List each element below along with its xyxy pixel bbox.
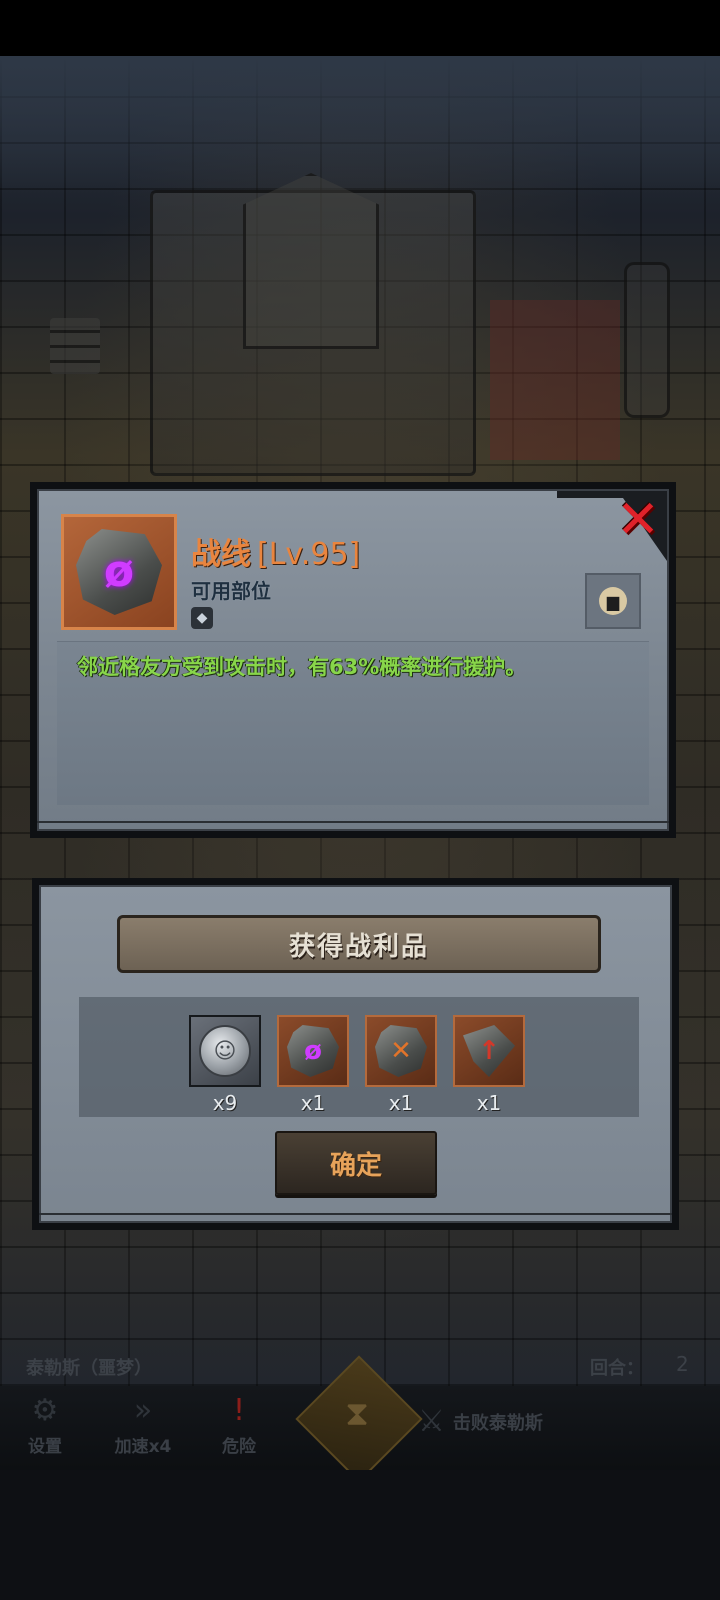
objective: ⚔ 击败泰勒斯	[418, 1404, 543, 1439]
status-bar	[0, 0, 720, 56]
confirm-button[interactable]: 确定	[275, 1131, 437, 1195]
hourglass-icon[interactable]: ⧗	[314, 1394, 400, 1434]
confirm-label: 确定	[329, 1150, 382, 1181]
loot-count: x1	[476, 1091, 502, 1115]
loot-slot: ✕	[365, 1015, 437, 1087]
settings-button[interactable]: ⚙ 设置	[2, 1386, 88, 1470]
item-detail-body: ✕ ø 战线 [Lv.95] 可用部位 ◆ ▆ 邻近格友方受到攻击时，有63%概率…	[37, 489, 669, 831]
books-decor	[50, 318, 100, 374]
round-label: 回合：	[590, 1358, 644, 1379]
red-wall-decor	[490, 300, 620, 460]
round-value: 2	[676, 1352, 689, 1376]
background-fog	[0, 56, 720, 196]
loot-slot: ø	[277, 1015, 349, 1087]
fast-forward-icon: »	[133, 1393, 153, 1428]
danger-label: 危险	[222, 1437, 256, 1457]
item-description-box: 邻近格友方受到攻击时，有63%概率进行援护。	[57, 641, 649, 805]
purple-rune-stone-icon: ø	[287, 1025, 339, 1077]
gear-icon: ⚙	[31, 1393, 59, 1428]
item-level: [Lv.95]	[257, 537, 361, 572]
loot-panel: 获得战利品 ☺ x9 ø x1 ✕ x1 ↑ x1 确定	[32, 878, 679, 1230]
loot-count: x9	[212, 1091, 238, 1115]
loot-title: 获得战利品	[288, 931, 429, 962]
loot-item[interactable]: ↑ x1	[453, 1015, 525, 1115]
lock-icon: ▆	[599, 587, 627, 615]
objective-text: 击败泰勒斯	[452, 1412, 543, 1434]
usable-slot-label: 可用部位	[191, 579, 271, 603]
speed-button[interactable]: » 加速x4	[100, 1386, 186, 1470]
purple-rune-stone-icon: ø	[76, 529, 162, 615]
loot-count: x1	[388, 1091, 414, 1115]
loot-item[interactable]: ø x1	[277, 1015, 349, 1115]
close-button[interactable]: ✕	[613, 490, 663, 550]
item-description: 邻近格友方受到攻击时，有63%概率进行援护。	[77, 655, 527, 679]
item-title: 战线 [Lv.95]	[191, 529, 360, 573]
speed-label: 加速x4	[114, 1437, 172, 1457]
red-arrow-stone-icon: ↑	[463, 1025, 515, 1077]
crossed-swords-icon: ⚔	[418, 1404, 445, 1439]
close-x-icon: ✕	[616, 490, 660, 550]
loot-item[interactable]: ✕ x1	[365, 1015, 437, 1115]
loot-item[interactable]: ☺ x9	[189, 1015, 261, 1115]
loot-panel-body: 获得战利品 ☺ x9 ø x1 ✕ x1 ↑ x1 确定	[39, 885, 672, 1223]
loot-count: x1	[300, 1091, 326, 1115]
loot-strip	[79, 997, 639, 1117]
loot-slot: ☺	[189, 1015, 261, 1087]
throne-decor	[150, 190, 476, 476]
loot-title-banner: 获得战利品	[117, 915, 601, 973]
armor-slot-icon: ◆	[191, 607, 213, 629]
orange-rune-stone-icon: ✕	[375, 1025, 427, 1077]
boss-name: 泰勒斯（噩梦）	[26, 1358, 152, 1379]
item-icon-frame: ø	[61, 514, 177, 630]
pillar-decor	[624, 262, 670, 418]
loot-slot: ↑	[453, 1015, 525, 1087]
danger-icon: !	[232, 1393, 246, 1428]
settings-label: 设置	[28, 1437, 62, 1457]
item-name: 战线	[191, 537, 251, 572]
silver-coin-icon: ☺	[199, 1025, 251, 1077]
danger-button[interactable]: ! 危险	[196, 1386, 282, 1470]
item-detail-panel: ✕ ø 战线 [Lv.95] 可用部位 ◆ ▆ 邻近格友方受到攻击时，有63%概率…	[30, 482, 676, 838]
bottom-area	[0, 1470, 720, 1600]
lock-button[interactable]: ▆	[585, 573, 641, 629]
